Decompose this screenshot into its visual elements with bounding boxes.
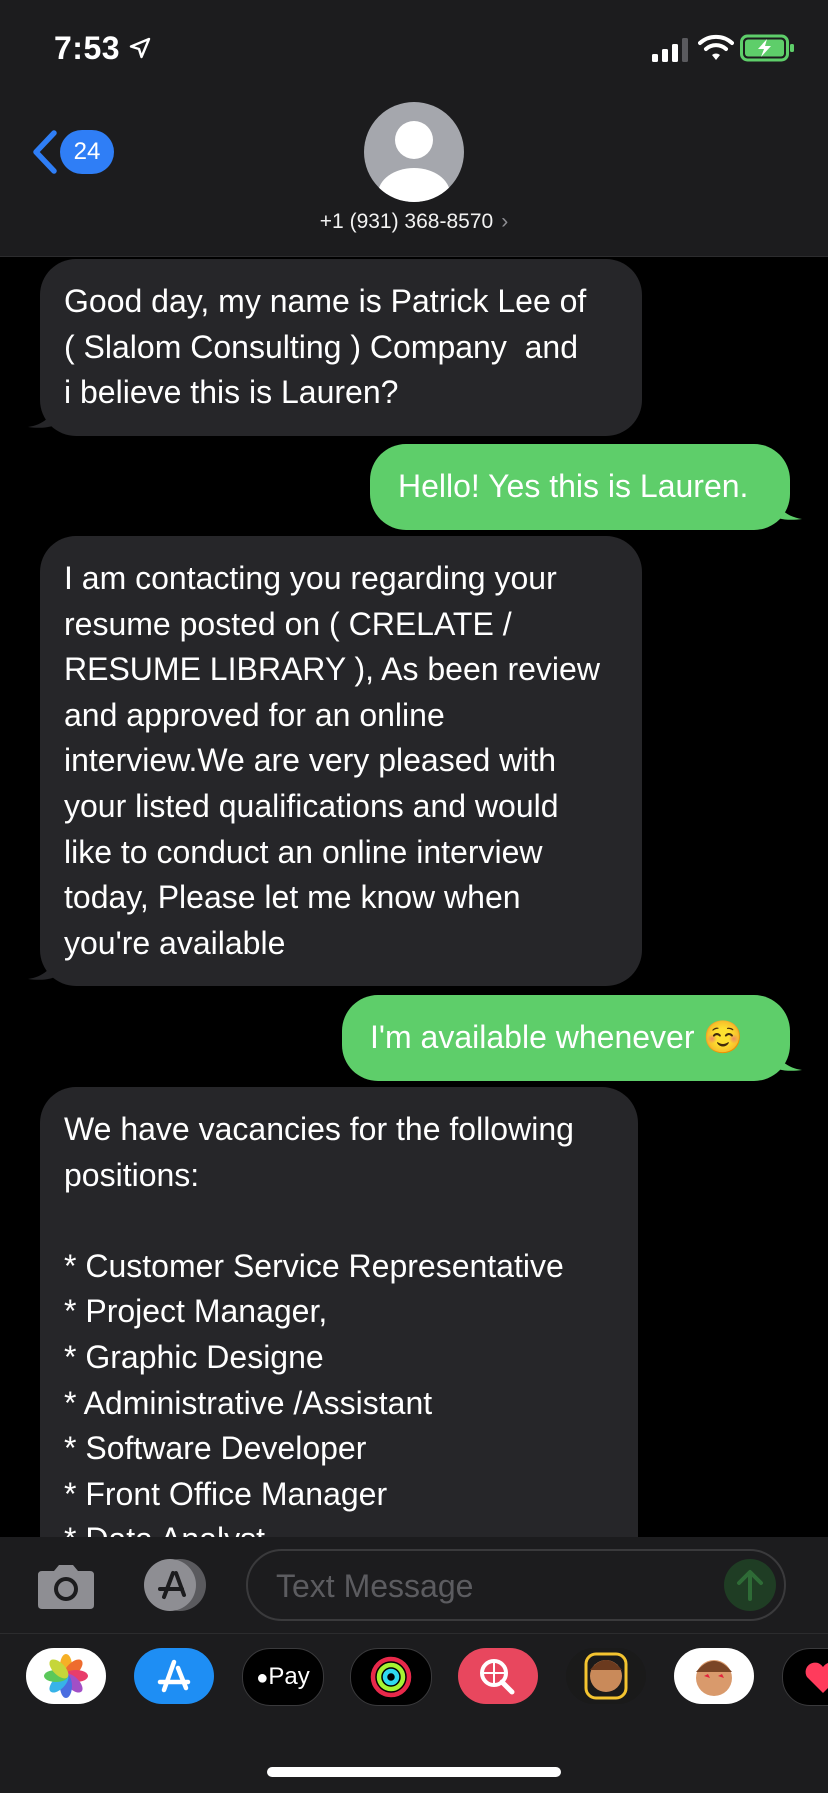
bubble-tail [28,951,58,980]
message-bubble-incoming[interactable]: I am contacting you regarding your resum… [40,536,642,987]
bubble-tail [28,399,58,428]
animoji-app-icon[interactable] [674,1648,754,1704]
app-store-app-icon[interactable] [134,1648,214,1704]
wifi-icon [698,34,734,60]
camera-icon[interactable] [34,1563,98,1611]
status-time: 7:53 [54,30,121,66]
contact-name-row[interactable]: +1 (931) 368-8570 › [0,210,828,234]
location-arrow-icon [129,37,151,59]
unread-count-badge: 24 [60,130,114,174]
battery-charging-icon [740,34,794,62]
activity-app-icon[interactable] [350,1648,432,1706]
message-bubble-outgoing[interactable]: I'm available whenever ☺️ [342,995,790,1081]
message-list[interactable]: Good day, my name is Patrick Lee of ( Sl… [0,257,828,1537]
person-icon [378,121,450,202]
chevron-right-icon: › [501,210,509,233]
apple-pay-label: ●Pay [256,1663,310,1690]
message-bubble-outgoing[interactable]: Hello! Yes this is Lauren. [370,444,790,530]
digital-touch-app-icon[interactable] [782,1648,828,1706]
cellular-signal-icon [652,38,688,62]
memoji-app-icon[interactable] [566,1648,646,1704]
back-button[interactable]: 24 [30,128,116,176]
chevron-left-icon [33,130,57,174]
app-store-drawer-icon[interactable] [140,1557,210,1613]
message-bubble-incoming[interactable]: Good day, my name is Patrick Lee of ( Sl… [40,259,642,436]
contact-avatar[interactable] [364,102,464,202]
message-bubble-incoming[interactable]: We have vacancies for the following posi… [40,1087,638,1537]
send-button[interactable] [724,1559,776,1611]
bubble-tail [772,1042,802,1071]
photos-app-icon[interactable] [26,1648,106,1704]
home-indicator[interactable] [267,1767,561,1777]
web-images-app-icon[interactable] [458,1648,538,1704]
arrow-up-icon [737,1570,763,1601]
conversation-header: 7:53 24 +1 (931) 368-8570 › [0,0,828,257]
message-input[interactable] [274,1551,698,1621]
contact-phone-number: +1 (931) 368-8570 [319,210,494,233]
bubble-tail [772,491,802,520]
apple-pay-app-icon[interactable]: ●Pay [242,1648,324,1706]
message-text-field[interactable] [246,1549,786,1621]
compose-bar [0,1537,828,1633]
